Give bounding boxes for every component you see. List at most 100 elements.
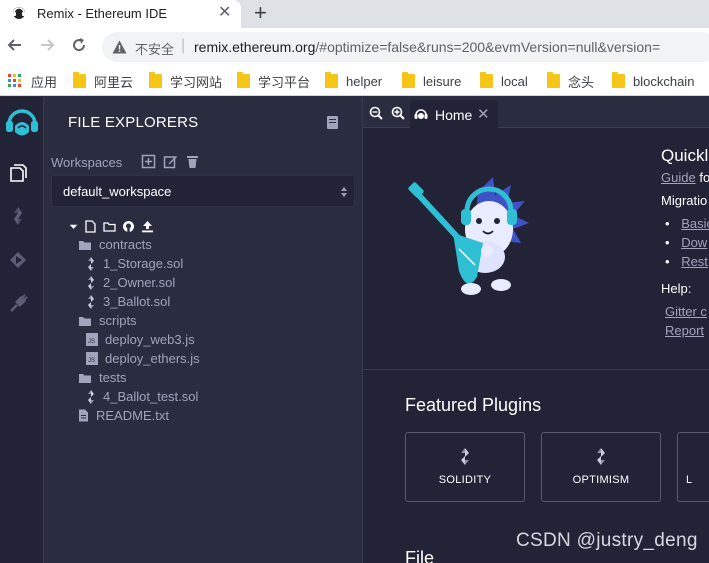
insecure-label[interactable]: 不安全 bbox=[135, 39, 174, 58]
tree-item-label: scripts bbox=[99, 313, 137, 328]
bookmark-aliyun[interactable]: 阿里云 bbox=[73, 66, 133, 96]
tree-file[interactable]: 4_Ballot_test.sol bbox=[86, 387, 198, 406]
tab-close-icon[interactable]: ✕ bbox=[477, 105, 490, 123]
create-workspace-icon[interactable] bbox=[141, 154, 156, 169]
tree-file[interactable]: 1_Storage.sol bbox=[86, 254, 183, 273]
folder-icon bbox=[78, 315, 92, 327]
bookmark-label: leisure bbox=[423, 73, 462, 89]
section-divider bbox=[363, 369, 709, 370]
workspace-actions bbox=[141, 154, 200, 169]
file-icon bbox=[78, 409, 89, 422]
bookmark-label: 阿里云 bbox=[94, 74, 134, 90]
solidity-compiler-icon[interactable] bbox=[7, 205, 29, 227]
new-tab-button[interactable]: + bbox=[254, 1, 267, 25]
plugin-card-label: SOLIDITY bbox=[438, 474, 492, 486]
bookmark-apps[interactable]: 应用 bbox=[31, 66, 57, 96]
workspace-select[interactable]: default_workspace bbox=[51, 175, 355, 207]
plugin-manager-icon[interactable] bbox=[7, 293, 29, 315]
address-bar[interactable]: 不安全 | remix.ethereum.org/#optimize=false… bbox=[102, 32, 709, 62]
tree-item-label: 4_Ballot_test.sol bbox=[103, 389, 199, 404]
plugin-card-optimism[interactable]: OPTIMISM bbox=[541, 432, 661, 502]
folder-icon bbox=[237, 72, 250, 88]
browser-tab-remix[interactable]: Remix - Ethereum IDE ✕ bbox=[0, 0, 241, 28]
reload-icon[interactable] bbox=[69, 36, 89, 58]
bookmark-label: 学习网站 bbox=[170, 74, 223, 90]
report-link[interactable]: Report bbox=[665, 323, 704, 338]
remix-icon-panel bbox=[0, 97, 44, 563]
bookmark-leisure[interactable]: leisure bbox=[402, 66, 461, 96]
documentation-icon[interactable] bbox=[327, 116, 338, 129]
deploy-run-icon[interactable] bbox=[7, 249, 29, 271]
file-explorer-icon[interactable] bbox=[7, 162, 29, 184]
folder-icon bbox=[149, 72, 162, 88]
folder-icon bbox=[402, 72, 415, 88]
rename-workspace-icon[interactable] bbox=[163, 154, 178, 169]
solidity-icon bbox=[86, 389, 96, 404]
warning-triangle-icon[interactable] bbox=[112, 40, 127, 54]
tree-item-label: deploy_ethers.js bbox=[105, 351, 200, 366]
folder-icon bbox=[480, 72, 493, 88]
migration-link-label[interactable]: Basic bbox=[681, 216, 709, 231]
folder-icon bbox=[612, 72, 625, 88]
tree-item-label: README.txt bbox=[96, 408, 169, 423]
new-folder-icon[interactable] bbox=[103, 220, 116, 233]
upload-icon[interactable] bbox=[141, 220, 154, 233]
tree-file[interactable]: JS deploy_ethers.js bbox=[86, 349, 200, 368]
migration-link-label[interactable]: Rest bbox=[681, 254, 708, 269]
bookmark-label: helper bbox=[346, 73, 383, 89]
github-icon[interactable] bbox=[122, 220, 135, 233]
url-text[interactable]: remix.ethereum.org/#optimize=false&runs=… bbox=[194, 39, 660, 55]
plugin-card-solidity[interactable]: SOLIDITY bbox=[405, 432, 525, 502]
bookmark-label: local bbox=[501, 73, 528, 89]
migration-link-label[interactable]: Dow bbox=[681, 235, 707, 250]
watermark-text: CSDN @justry_deng bbox=[516, 530, 698, 551]
migration-link-basic[interactable]: • Basic bbox=[665, 216, 709, 231]
bookmark-study-platform[interactable]: 学习平台 bbox=[237, 66, 310, 96]
tree-file[interactable]: 3_Ballot.sol bbox=[86, 292, 170, 311]
zoom-out-icon[interactable] bbox=[369, 106, 383, 120]
tree-folder[interactable]: scripts bbox=[78, 311, 137, 330]
browser-tab-close-icon[interactable]: ✕ bbox=[218, 4, 231, 22]
bookmark-niantou[interactable]: 念头 bbox=[547, 66, 594, 96]
optimism-icon bbox=[597, 448, 605, 465]
tree-file[interactable]: README.txt bbox=[78, 406, 169, 425]
back-arrow-icon[interactable] bbox=[5, 36, 25, 58]
remix-logo-icon[interactable] bbox=[3, 104, 41, 142]
new-file-icon[interactable] bbox=[84, 219, 97, 233]
folder-icon bbox=[78, 239, 92, 251]
tree-item-label: deploy_web3.js bbox=[105, 332, 195, 347]
plugin-card-partial[interactable]: L bbox=[677, 432, 709, 502]
svg-text:JS: JS bbox=[88, 358, 95, 364]
migration-label: Migratio bbox=[661, 193, 708, 208]
main-panel: Home ✕ Quickl Guide fo Migratio • Basic … bbox=[363, 97, 709, 563]
tree-file[interactable]: 2_Owner.sol bbox=[86, 273, 175, 292]
bookmark-helper[interactable]: helper bbox=[325, 66, 382, 96]
tree-folder[interactable]: tests bbox=[78, 368, 126, 387]
tab-home-label: Home bbox=[435, 107, 473, 123]
bookmark-study-sites[interactable]: 学习网站 bbox=[149, 66, 222, 96]
guide-link[interactable]: Guide bbox=[661, 170, 696, 185]
zoom-in-icon[interactable] bbox=[391, 106, 405, 120]
bookmark-blockchain[interactable]: blockchain bbox=[612, 66, 694, 96]
editor-tab-bar: Home ✕ bbox=[363, 97, 709, 128]
chevron-down-icon[interactable] bbox=[69, 220, 78, 233]
workspaces-label: Workspaces bbox=[51, 155, 123, 170]
file-section-title: File bbox=[405, 548, 435, 563]
tab-home[interactable]: Home ✕ bbox=[410, 100, 498, 128]
bookmark-local[interactable]: local bbox=[480, 66, 528, 96]
list-bullet: • bbox=[665, 254, 670, 269]
migration-link-download[interactable]: • Dow bbox=[665, 235, 707, 250]
tree-item-label: 2_Owner.sol bbox=[103, 275, 176, 290]
delete-workspace-icon[interactable] bbox=[185, 154, 200, 169]
guide-suffix: fo bbox=[699, 170, 709, 185]
folder-icon bbox=[325, 72, 338, 88]
migration-link-restore[interactable]: • Rest bbox=[665, 254, 708, 269]
tree-folder[interactable]: contracts bbox=[78, 235, 152, 254]
panel-title: FILE EXPLORERS bbox=[68, 114, 199, 131]
forward-arrow-icon[interactable] bbox=[37, 36, 57, 58]
tree-file[interactable]: JS deploy_web3.js bbox=[86, 330, 195, 349]
plugin-card-label: OPTIMISM bbox=[572, 474, 630, 486]
bookmark-label: 学习平台 bbox=[258, 74, 311, 90]
gitter-link[interactable]: Gitter c bbox=[665, 304, 707, 319]
apps-grid-icon[interactable] bbox=[8, 74, 21, 87]
